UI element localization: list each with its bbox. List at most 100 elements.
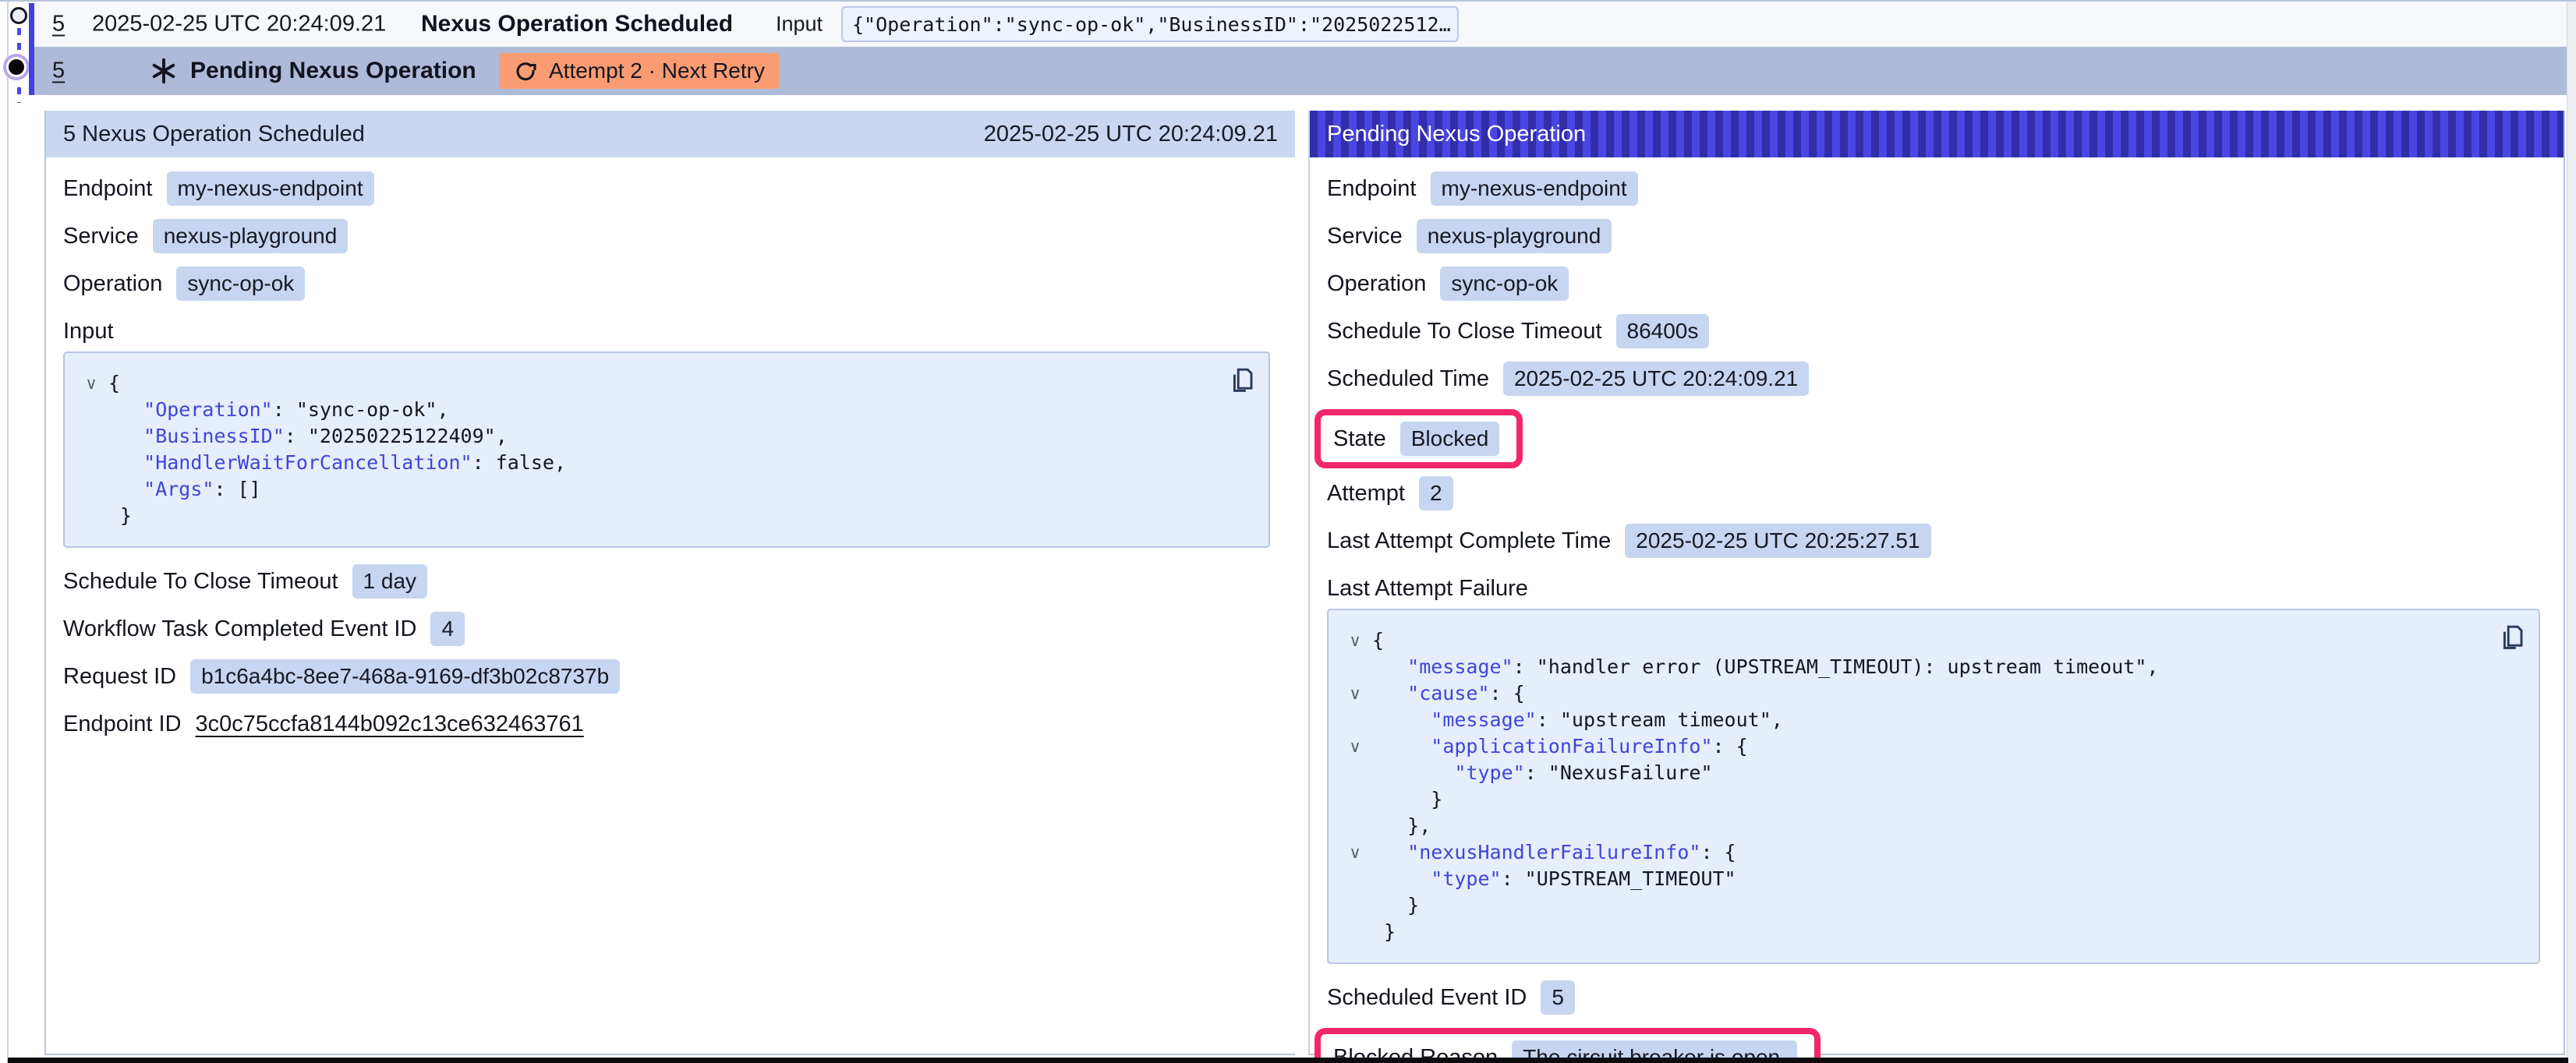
value-badge: 2025-02-25 UTC 20:24:09.21: [1503, 362, 1809, 396]
code-gutter: [1338, 760, 1372, 786]
code-gutter: [74, 397, 108, 423]
json-code-line: ∨ "applicationFailureInfo": {: [1338, 733, 2484, 760]
field-label: Attempt: [1327, 481, 1405, 507]
value-badge: sync-op-ok: [176, 267, 305, 301]
bottom-window-edge: [8, 1058, 2568, 1063]
field-label: Last Attempt Complete Time: [1327, 528, 1611, 554]
code-gutter: [1338, 813, 1372, 839]
scheduled-panel-body: Endpoint my-nexus-endpoint Service nexus…: [46, 157, 1295, 741]
panel-title: Pending Nexus Operation: [1327, 122, 1586, 147]
field-row-attempt: Attempt 2: [1327, 476, 2543, 510]
json-code-line: "message": "upstream timeout",: [1338, 707, 2484, 733]
json-code-line: ∨ "nexusHandlerFailureInfo": {: [1338, 839, 2484, 866]
copy-button[interactable]: [1230, 366, 1254, 396]
json-code-line: ∨{: [1338, 627, 2484, 654]
code-gutter: [1338, 707, 1372, 733]
json-code-line: },: [1338, 813, 2484, 839]
field-row-schedule-to-close: Schedule To Close Timeout 86400s: [1327, 314, 2543, 348]
field-row-endpoint: Endpoint my-nexus-endpoint: [63, 171, 1275, 206]
collapse-chevron-icon[interactable]: ∨: [74, 370, 108, 397]
endpoint-id-link[interactable]: 3c0c75ccfa8144b092c13ce632463761: [196, 712, 584, 737]
pending-panel-header: Pending Nexus Operation: [1310, 111, 2564, 157]
json-code-line: }: [74, 503, 1214, 529]
field-row-input: Input: [63, 314, 1275, 348]
value-badge: nexus-playground: [153, 219, 349, 253]
field-label: Input: [63, 319, 114, 344]
value-badge: 2: [1419, 476, 1453, 510]
retry-badge-label: Attempt 2 · Next Retry: [549, 58, 765, 83]
event-history-list: 5 2025-02-25 UTC 20:24:09.21 Nexus Opera…: [34, 2, 2567, 95]
panel-timestamp: 2025-02-25 UTC 20:24:09.21: [984, 122, 1278, 147]
field-row-endpoint: Endpoint my-nexus-endpoint: [1327, 171, 2543, 206]
value-badge: 1 day: [352, 564, 428, 599]
field-row-wft-completed-id: Workflow Task Completed Event ID 4: [63, 612, 1275, 646]
copy-button[interactable]: [2500, 623, 2525, 653]
state-badge: Blocked: [1400, 422, 1500, 456]
value-badge: 5: [1541, 980, 1575, 1015]
code-gutter: [74, 423, 108, 450]
pending-operation-panel: Pending Nexus Operation Endpoint my-nexu…: [1308, 111, 2565, 1055]
failure-json-viewer: ∨{ "message": "handler error (UPSTREAM_T…: [1327, 609, 2540, 964]
json-code-line: "type": "UPSTREAM_TIMEOUT": [1338, 866, 2484, 892]
retry-icon: [513, 58, 538, 83]
event-id-link[interactable]: 5: [52, 58, 65, 84]
timeline-event-dot-open: [10, 7, 27, 24]
value-badge: b1c6a4bc-8ee7-468a-9169-df3b02c8737b: [190, 659, 620, 694]
field-label: Last Attempt Failure: [1327, 576, 1528, 602]
value-badge: 2025-02-25 UTC 20:25:27.51: [1625, 524, 1930, 558]
scheduled-panel-header: 5 Nexus Operation Scheduled 2025-02-25 U…: [46, 111, 1295, 157]
input-preview-chip: {"Operation":"sync-op-ok","BusinessID":"…: [841, 6, 1459, 42]
code-gutter: [74, 503, 108, 529]
retry-attempt-badge: Attempt 2 · Next Retry: [499, 53, 779, 89]
field-label: Endpoint ID: [63, 712, 182, 737]
field-row-service: Service nexus-playground: [63, 219, 1275, 253]
event-title: Nexus Operation Scheduled: [421, 11, 733, 37]
pending-panel-body: Endpoint my-nexus-endpoint Service nexus…: [1310, 157, 2564, 1063]
field-row-request-id: Request ID b1c6a4bc-8ee7-468a-9169-df3b0…: [63, 659, 1275, 694]
scheduled-event-panel: 5 Nexus Operation Scheduled 2025-02-25 U…: [44, 111, 1295, 1055]
json-code-line: }: [1338, 892, 2484, 919]
timeline-event-dot-active: [9, 59, 24, 75]
field-row-endpoint-id: Endpoint ID 3c0c75ccfa8144b092c13ce63246…: [63, 707, 1275, 741]
json-code-line: }: [1338, 919, 2484, 945]
field-label: Scheduled Time: [1327, 366, 1489, 392]
field-row-operation: Operation sync-op-ok: [63, 267, 1275, 301]
event-history-screen: 5 2025-02-25 UTC 20:24:09.21 Nexus Opera…: [0, 0, 2576, 1063]
code-gutter: [74, 476, 108, 503]
collapse-chevron-icon[interactable]: ∨: [1338, 680, 1372, 707]
code-gutter: [1338, 892, 1372, 919]
field-row-state: State Blocked: [1333, 422, 1499, 456]
history-row-pending[interactable]: 5 Pending Nexus Operation Attempt 2 · Ne…: [34, 47, 2567, 95]
field-label: State: [1333, 426, 1386, 452]
code-gutter: [1338, 786, 1372, 813]
field-label: Schedule To Close Timeout: [1327, 319, 1602, 344]
json-code-line: "BusinessID": "20250225122409",: [74, 423, 1214, 450]
code-gutter: [1338, 866, 1372, 892]
field-label: Endpoint: [1327, 176, 1417, 202]
input-json-viewer: ∨{ "Operation": "sync-op-ok", "BusinessI…: [63, 351, 1270, 548]
event-id-link[interactable]: 5: [52, 12, 65, 37]
field-label: Workflow Task Completed Event ID: [63, 616, 416, 642]
collapse-chevron-icon[interactable]: ∨: [1338, 627, 1372, 654]
field-label: Operation: [1327, 271, 1426, 297]
pending-event-title: Pending Nexus Operation: [190, 58, 476, 84]
code-gutter: [74, 450, 108, 476]
json-code-line: ∨{: [74, 370, 1214, 397]
field-label: Service: [63, 224, 139, 249]
json-code-line: }: [1338, 786, 2484, 813]
history-row-scheduled[interactable]: 5 2025-02-25 UTC 20:24:09.21 Nexus Opera…: [34, 2, 2567, 47]
field-label: Schedule To Close Timeout: [63, 569, 338, 595]
field-label: Endpoint: [63, 176, 153, 202]
panel-title: 5 Nexus Operation Scheduled: [63, 122, 365, 147]
field-label: Service: [1327, 224, 1403, 249]
event-time: 2025-02-25 UTC 20:24:09.21: [92, 12, 386, 37]
vertical-scrollbar-track[interactable]: [2567, 2, 2576, 1063]
code-gutter: [1338, 919, 1372, 945]
field-row-service: Service nexus-playground: [1327, 219, 2543, 253]
collapse-chevron-icon[interactable]: ∨: [1338, 733, 1372, 760]
field-label: Scheduled Event ID: [1327, 985, 1527, 1011]
collapse-chevron-icon[interactable]: ∨: [1338, 839, 1372, 866]
value-badge: my-nexus-endpoint: [1431, 171, 1638, 206]
field-row-scheduled-time: Scheduled Time 2025-02-25 UTC 20:24:09.2…: [1327, 362, 2543, 396]
field-row-last-attempt-complete: Last Attempt Complete Time 2025-02-25 UT…: [1327, 524, 2543, 558]
